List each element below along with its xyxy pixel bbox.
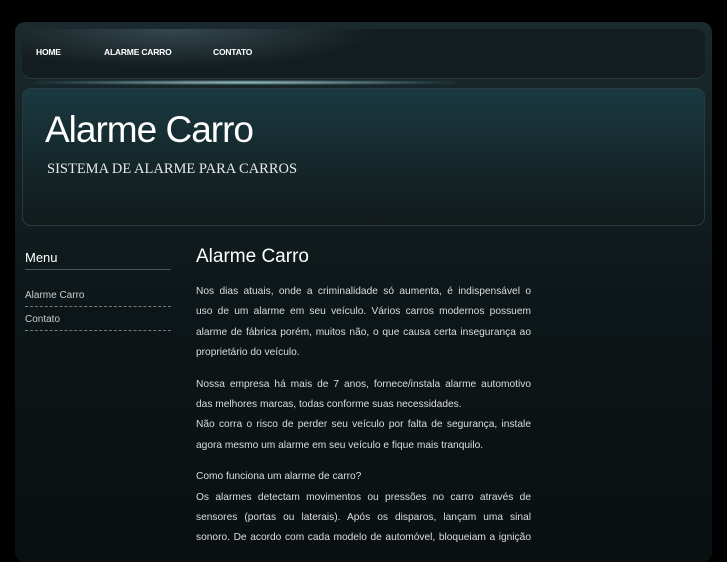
paragraph-line: Não corra o risco de perder seu veículo … [196,419,531,431]
sidebar-item-alarme-carro[interactable]: Alarme Carro [25,270,171,307]
site-subtitle: SISTEMA DE ALARME PARA CARROS [47,161,298,177]
page-container: HOME ALARME CARRO CONTATO Alarme Carro S… [15,22,712,562]
paragraph-line: Nossa empresa há mais de 7 anos, fornece… [196,378,531,390]
sidebar: Menu Alarme Carro Contato [25,250,171,331]
paragraph-line: uso de um alarme em seu veículo. Vários … [196,306,531,318]
article-paragraph: Nossa empresa há mais de 7 anos, fornece… [196,375,531,457]
top-nav: HOME ALARME CARRO CONTATO [22,29,705,79]
article-paragraph: Nos dias atuais, onde a criminalidade só… [196,282,531,364]
sidebar-heading: Menu [25,250,171,270]
article-paragraph: Como funciona um alarme de carro? Os alar… [196,467,531,549]
paragraph-line: proprietário do veículo. [196,347,300,359]
paragraph-line: Os alarmes detectam movimentos ou pressõ… [196,491,531,503]
nav-alarme-carro[interactable]: ALARME CARRO [104,47,172,57]
nav-contato[interactable]: CONTATO [213,47,252,57]
site-header: Alarme Carro SISTEMA DE ALARME PARA CARR… [22,88,705,226]
paragraph-line: sonoro. De acordo com cada modelo de aut… [196,532,531,544]
paragraph-line: Nos dias atuais, onde a criminalidade só… [196,286,531,297]
article-title: Alarme Carro [196,246,309,267]
nav-home[interactable]: HOME [36,47,61,57]
main-content: Alarme Carro Nos dias atuais, onde a cri… [196,246,531,560]
divider-glow [35,80,455,85]
paragraph-line: alarme de fábrica porém, muitos não, o q… [196,326,531,338]
sidebar-item-contato[interactable]: Contato [25,307,171,331]
paragraph-line: sensores (portas ou laterais). Após os d… [196,512,531,524]
site-title: Alarme Carro [45,109,254,150]
paragraph-line: agora mesmo um alarme em seu veículo e f… [196,439,484,451]
paragraph-line: das melhores marcas, todas conforme suas… [196,399,462,411]
paragraph-line: Como funciona um alarme de carro? [196,471,362,483]
